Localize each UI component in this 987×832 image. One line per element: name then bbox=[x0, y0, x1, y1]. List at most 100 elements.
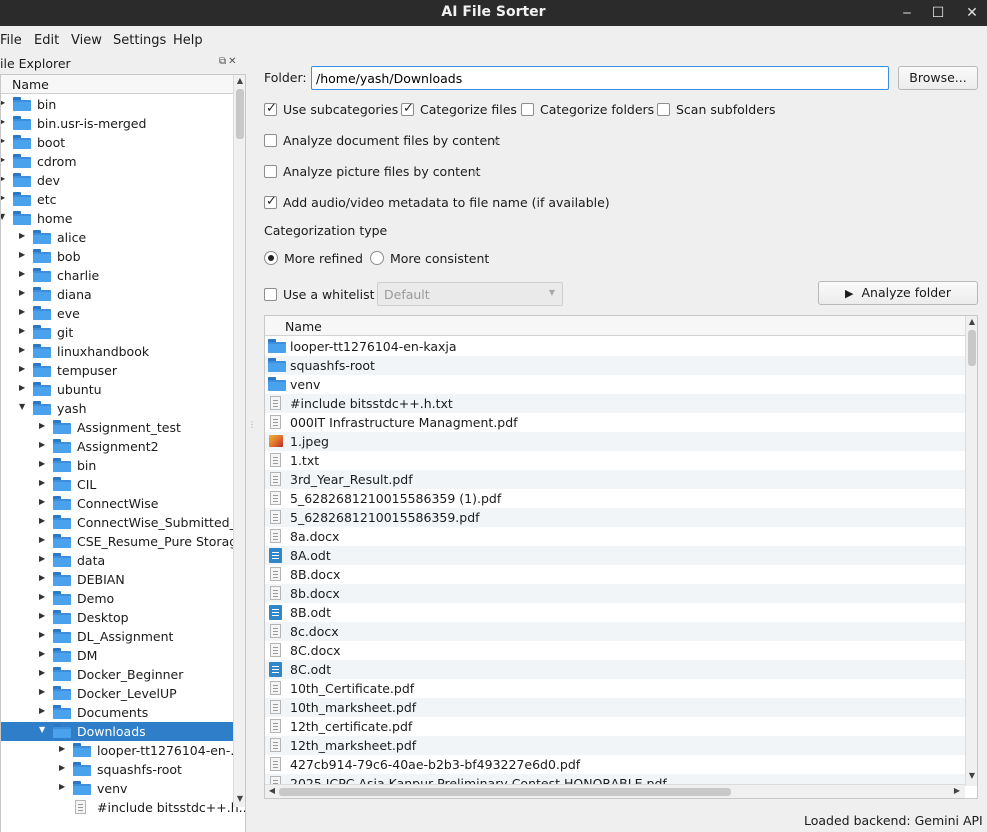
expand-arrow-icon[interactable]: ▶ bbox=[19, 364, 29, 373]
expand-arrow-icon[interactable]: ▶ bbox=[39, 668, 49, 677]
expand-arrow-icon[interactable]: ▶ bbox=[39, 706, 49, 715]
tree-item[interactable]: ▶ Assignment_test bbox=[1, 418, 233, 437]
menu-help[interactable]: Help bbox=[173, 33, 203, 48]
tree-item[interactable]: ▶ Assignment2 bbox=[1, 437, 233, 456]
expand-arrow-icon[interactable]: ▶ bbox=[59, 782, 69, 791]
menu-settings[interactable]: Settings bbox=[113, 33, 166, 48]
scroll-down-icon[interactable]: ▼ bbox=[234, 794, 245, 806]
tree-item[interactable]: ▼ yash bbox=[1, 399, 233, 418]
tree-item[interactable]: ▶ bin bbox=[1, 95, 233, 114]
tree-item[interactable]: ▶ bin.usr-is-merged bbox=[1, 114, 233, 133]
tree-item[interactable]: ▶ venv bbox=[1, 779, 233, 798]
tree-item[interactable]: ▶ data bbox=[1, 551, 233, 570]
expand-arrow-icon[interactable]: ▶ bbox=[1, 193, 9, 202]
expand-arrow-icon[interactable]: ▶ bbox=[39, 687, 49, 696]
analyze-folder-button[interactable]: ▶ Analyze folder bbox=[818, 281, 978, 305]
use-whitelist-checkbox[interactable] bbox=[264, 288, 277, 301]
file-row[interactable]: 8c.docx bbox=[265, 622, 965, 641]
scroll-up-icon[interactable]: ▲ bbox=[966, 317, 977, 329]
expand-arrow-icon[interactable]: ▶ bbox=[19, 326, 29, 335]
tree-item[interactable]: ▶ CIL bbox=[1, 475, 233, 494]
tree-item[interactable]: ▶ ubuntu bbox=[1, 380, 233, 399]
tree-item[interactable]: ▶ cdrom bbox=[1, 152, 233, 171]
file-row[interactable]: 1.txt bbox=[265, 451, 965, 470]
collapse-arrow-icon[interactable]: ▼ bbox=[39, 725, 49, 734]
tree-item[interactable]: ▼ Downloads bbox=[1, 722, 233, 741]
expand-arrow-icon[interactable]: ▶ bbox=[19, 345, 29, 354]
file-row[interactable]: 000IT Infrastructure Managment.pdf bbox=[265, 413, 965, 432]
whitelist-select[interactable]: Default ▼ bbox=[377, 282, 563, 306]
expand-arrow-icon[interactable]: ▶ bbox=[1, 136, 9, 145]
use-subcategories-checkbox[interactable] bbox=[264, 101, 277, 116]
expand-arrow-icon[interactable]: ▶ bbox=[1, 98, 9, 107]
scrollbar-thumb[interactable] bbox=[968, 330, 976, 366]
folder-path-input[interactable] bbox=[311, 66, 889, 90]
more-consistent-radio[interactable] bbox=[370, 251, 384, 265]
scroll-left-icon[interactable]: ◀ bbox=[266, 786, 278, 795]
tree-item[interactable]: ▶ git bbox=[1, 323, 233, 342]
tree-item[interactable]: ▶ Documents bbox=[1, 703, 233, 722]
expand-arrow-icon[interactable]: ▶ bbox=[1, 174, 9, 183]
more-refined-radio[interactable] bbox=[264, 251, 278, 265]
maximize-icon[interactable]: ☐ bbox=[926, 1, 950, 25]
file-row[interactable]: venv bbox=[265, 375, 965, 394]
analyze-documents-options-icon[interactable]: ▶ bbox=[494, 137, 499, 145]
file-row[interactable]: 8C.odt bbox=[265, 660, 965, 679]
expand-arrow-icon[interactable]: ▶ bbox=[39, 630, 49, 639]
tree-item[interactable]: ▶ ConnectWise_Submitted_... bbox=[1, 513, 245, 532]
expand-arrow-icon[interactable]: ▶ bbox=[39, 592, 49, 601]
tree-item[interactable]: ▶ DEBIAN bbox=[1, 570, 233, 589]
tree-item[interactable]: #include bitsstdc++.h... bbox=[1, 798, 245, 817]
categorize-folders-checkbox[interactable] bbox=[521, 103, 534, 116]
expand-arrow-icon[interactable]: ▶ bbox=[19, 269, 29, 278]
file-row[interactable]: 8b.docx bbox=[265, 584, 965, 603]
minimize-icon[interactable]: ‒ bbox=[895, 1, 919, 25]
expand-arrow-icon[interactable]: ▶ bbox=[39, 554, 49, 563]
expand-arrow-icon[interactable]: ▶ bbox=[39, 611, 49, 620]
tree-item[interactable]: ▶ etc bbox=[1, 190, 233, 209]
expand-arrow-icon[interactable]: ▶ bbox=[59, 763, 69, 772]
expand-arrow-icon[interactable]: ▶ bbox=[39, 516, 49, 525]
tree-item[interactable]: ▶ diana bbox=[1, 285, 233, 304]
tree-item[interactable]: ▶ tempuser bbox=[1, 361, 233, 380]
file-row[interactable]: 8a.docx bbox=[265, 527, 965, 546]
expand-arrow-icon[interactable]: ▶ bbox=[39, 440, 49, 449]
expand-arrow-icon[interactable]: ▶ bbox=[1, 117, 9, 126]
tree-item[interactable]: ▶ linuxhandbook bbox=[1, 342, 233, 361]
expand-arrow-icon[interactable]: ▶ bbox=[39, 478, 49, 487]
expand-arrow-icon[interactable]: ▶ bbox=[39, 497, 49, 506]
add-metadata-checkbox[interactable] bbox=[264, 194, 277, 209]
expand-arrow-icon[interactable]: ▶ bbox=[19, 383, 29, 392]
expand-arrow-icon[interactable]: ▶ bbox=[39, 573, 49, 582]
scrollbar-thumb[interactable] bbox=[236, 89, 244, 139]
expand-arrow-icon[interactable]: ▶ bbox=[39, 421, 49, 430]
tree-item[interactable]: ▶ looper-tt1276104-en-... bbox=[1, 741, 242, 760]
file-row[interactable]: 12th_marksheet.pdf bbox=[265, 736, 965, 755]
file-list-vertical-scrollbar[interactable]: ▲ ▼ bbox=[965, 316, 977, 786]
expand-arrow-icon[interactable]: ▶ bbox=[59, 744, 69, 753]
file-row[interactable]: 5_6282681210015586359.pdf bbox=[265, 508, 965, 527]
tree-item[interactable]: ▶ Docker_LevelUP bbox=[1, 684, 233, 703]
expand-arrow-icon[interactable]: ▶ bbox=[19, 231, 29, 240]
menu-edit[interactable]: Edit bbox=[34, 33, 59, 48]
tree-item[interactable]: ▶ CSE_Resume_Pure Storage bbox=[1, 532, 245, 551]
file-list-column-header[interactable]: Name bbox=[265, 316, 965, 336]
categorize-files-checkbox[interactable] bbox=[401, 101, 414, 116]
analyze-pictures-checkbox[interactable] bbox=[264, 165, 277, 178]
collapse-arrow-icon[interactable]: ▼ bbox=[19, 402, 29, 411]
tree-item[interactable]: ▶ dev bbox=[1, 171, 233, 190]
tree-item[interactable]: ▶ eve bbox=[1, 304, 233, 323]
analyze-documents-checkbox[interactable] bbox=[264, 134, 277, 147]
scan-subfolders-checkbox[interactable] bbox=[657, 103, 670, 116]
file-row[interactable]: 427cb914-79c6-40ae-b2b3-bf493227e6d0.pdf bbox=[265, 755, 965, 774]
file-row[interactable]: 3rd_Year_Result.pdf bbox=[265, 470, 965, 489]
tree-item[interactable]: ▶ bin bbox=[1, 456, 233, 475]
expand-arrow-icon[interactable]: ▶ bbox=[19, 307, 29, 316]
close-icon[interactable]: ✕ bbox=[960, 1, 984, 25]
expand-arrow-icon[interactable]: ▶ bbox=[1, 155, 9, 164]
file-row[interactable]: looper-tt1276104-en-kaxja bbox=[265, 337, 965, 356]
scroll-down-icon[interactable]: ▼ bbox=[966, 771, 977, 783]
collapse-arrow-icon[interactable]: ▼ bbox=[1, 212, 9, 221]
file-row[interactable]: 8B.odt bbox=[265, 603, 965, 622]
file-row[interactable]: 1.jpeg bbox=[265, 432, 965, 451]
